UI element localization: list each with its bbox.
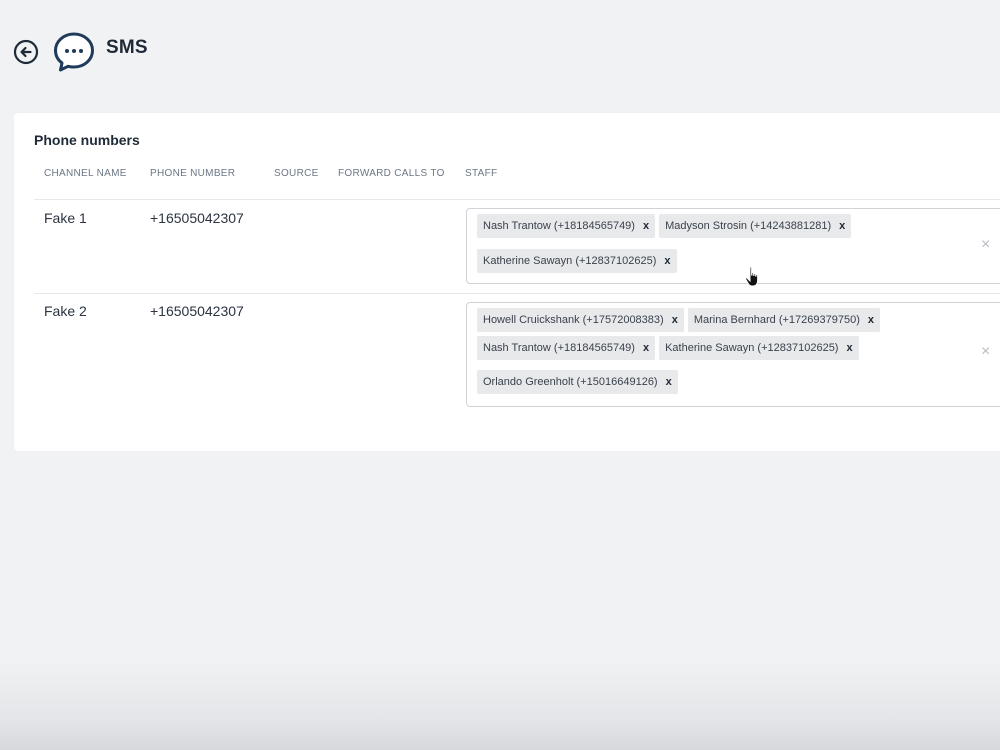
- row-divider: [34, 293, 1000, 294]
- column-header-forward-calls-to: FORWARD CALLS TO: [338, 168, 445, 179]
- clear-all-icon[interactable]: ×: [981, 236, 990, 254]
- clear-all-icon[interactable]: ×: [981, 343, 990, 361]
- staff-chip: Nash Trantow (+18184565749) x: [477, 214, 656, 238]
- staff-chip-label: Madyson Strosin (+14243881281): [665, 220, 832, 232]
- staff-chip: Orlando Greenholt (+15016649126) x: [477, 370, 678, 394]
- page: SMS Phone numbers CHANNEL NAME PHONE NUM…: [0, 0, 1000, 750]
- chip-remove-icon[interactable]: x: [664, 255, 670, 267]
- staff-chip: Katherine Sawayn (+12837102625) x: [477, 249, 677, 273]
- staff-chip: Katherine Sawayn (+12837102625) x: [659, 336, 859, 360]
- staff-chip: Madyson Strosin (+14243881281) x: [659, 214, 852, 238]
- channel-name-cell: Fake 1: [44, 210, 87, 226]
- staff-chip: Marina Bernhard (+17269379750) x: [687, 308, 880, 332]
- staff-chip-label: Nash Trantow (+18184565749): [483, 342, 635, 354]
- staff-chip-label: Howell Cruickshank (+17572008383): [483, 314, 664, 326]
- staff-chip: Howell Cruickshank (+17572008383) x: [477, 308, 684, 332]
- chip-remove-icon[interactable]: x: [666, 376, 672, 388]
- hand-cursor-icon: [745, 266, 759, 287]
- phone-number-cell: +16505042307: [150, 210, 244, 226]
- column-header-staff: STAFF: [465, 168, 498, 179]
- staff-chip-label: Orlando Greenholt (+15016649126): [483, 376, 658, 388]
- staff-chip-label: Marina Bernhard (+17269379750): [693, 314, 860, 326]
- staff-chip-list: Howell Cruickshank (+17572008383) x Marin…: [467, 303, 1000, 402]
- page-header: SMS: [12, 30, 148, 74]
- staff-chip-label: Nash Trantow (+18184565749): [483, 220, 635, 232]
- row-divider: [34, 199, 1000, 200]
- staff-chip-label: Katherine Sawayn (+12837102625): [665, 342, 839, 354]
- chip-remove-icon[interactable]: x: [839, 220, 845, 232]
- chip-remove-icon[interactable]: x: [643, 220, 649, 232]
- chat-bubble-dots-icon: [52, 30, 96, 74]
- staff-multiselect[interactable]: Nash Trantow (+18184565749) x Madyson Str…: [466, 208, 1000, 284]
- staff-chip: Nash Trantow (+18184565749) x: [477, 336, 656, 360]
- arrow-left-circle-icon: [13, 39, 39, 65]
- column-header-channel-name: CHANNEL NAME: [44, 168, 127, 179]
- phone-numbers-card: Phone numbers CHANNEL NAME PHONE NUMBER …: [14, 113, 1000, 451]
- chip-remove-icon[interactable]: x: [868, 314, 874, 326]
- staff-chip-list: Nash Trantow (+18184565749) x Madyson Str…: [467, 209, 1000, 288]
- staff-multiselect[interactable]: Howell Cruickshank (+17572008383) x Marin…: [466, 302, 1000, 407]
- card-title: Phone numbers: [34, 132, 140, 148]
- chip-remove-icon[interactable]: x: [672, 314, 678, 326]
- column-header-source: SOURCE: [274, 168, 319, 179]
- back-button[interactable]: [12, 38, 40, 66]
- chip-remove-icon[interactable]: x: [643, 342, 649, 354]
- column-header-phone-number: PHONE NUMBER: [150, 168, 236, 179]
- chip-remove-icon[interactable]: x: [846, 342, 852, 354]
- page-title: SMS: [106, 37, 148, 58]
- channel-name-cell: Fake 2: [44, 303, 87, 319]
- phone-number-cell: +16505042307: [150, 303, 244, 319]
- staff-chip-label: Katherine Sawayn (+12837102625): [483, 255, 657, 267]
